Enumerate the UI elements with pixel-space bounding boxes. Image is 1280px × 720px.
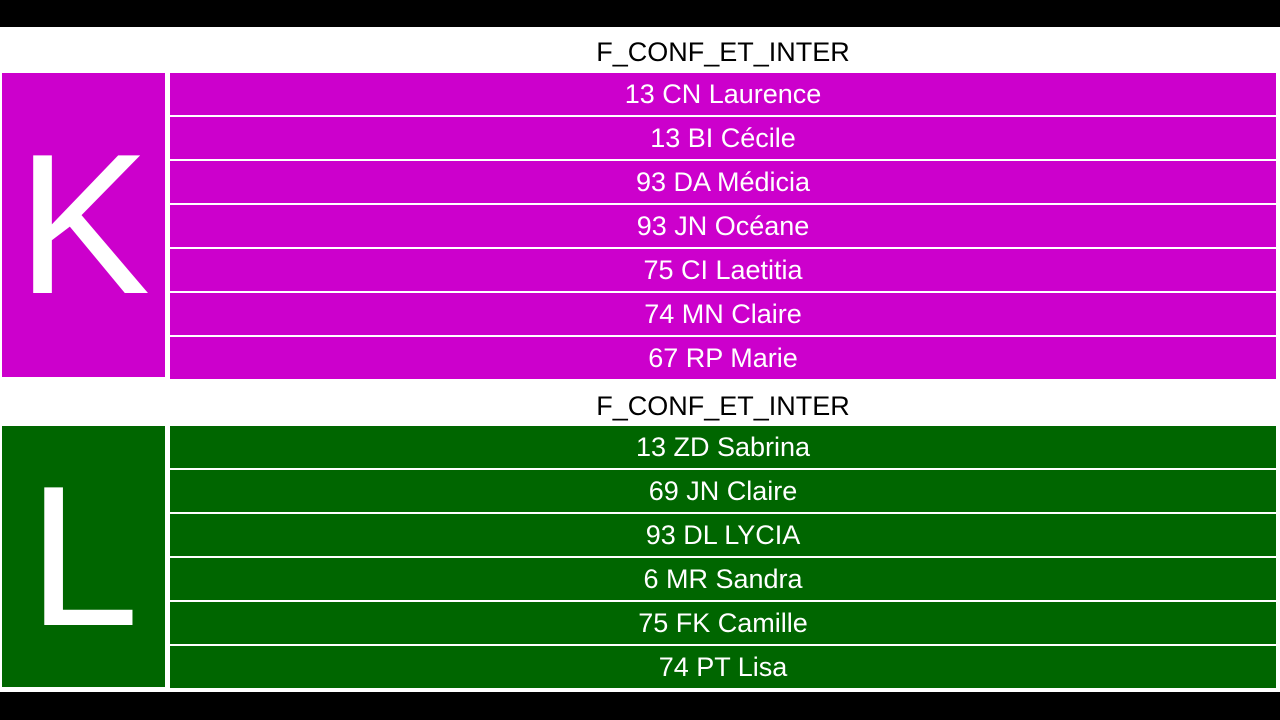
- pool-title-k: F_CONF_ET_INTER: [596, 37, 850, 67]
- list-item: 13 BI Cécile: [170, 117, 1276, 159]
- list-item: 75 FK Camille: [170, 602, 1276, 644]
- list-item: 74 PT Lisa: [170, 646, 1276, 688]
- list-item: 13 CN Laurence: [170, 73, 1276, 115]
- list-item: 6 MR Sandra: [170, 558, 1276, 600]
- list-item: 74 MN Claire: [170, 293, 1276, 335]
- list-item: 13 ZD Sabrina: [170, 426, 1276, 468]
- pool-title-l: F_CONF_ET_INTER: [596, 391, 850, 421]
- slide: F_CONF_ET_INTER K 13 CN Laurence 13 BI C…: [0, 27, 1280, 692]
- pool-letter-k: K: [2, 73, 165, 377]
- list-item: 93 JN Océane: [170, 205, 1276, 247]
- list-item: 75 CI Laetitia: [170, 249, 1276, 291]
- list-item: 93 DL LYCIA: [170, 514, 1276, 556]
- list-item: 69 JN Claire: [170, 470, 1276, 512]
- list-item: 93 DA Médicia: [170, 161, 1276, 203]
- list-item: 67 RP Marie: [170, 337, 1276, 379]
- pool-letter-l: L: [2, 426, 165, 687]
